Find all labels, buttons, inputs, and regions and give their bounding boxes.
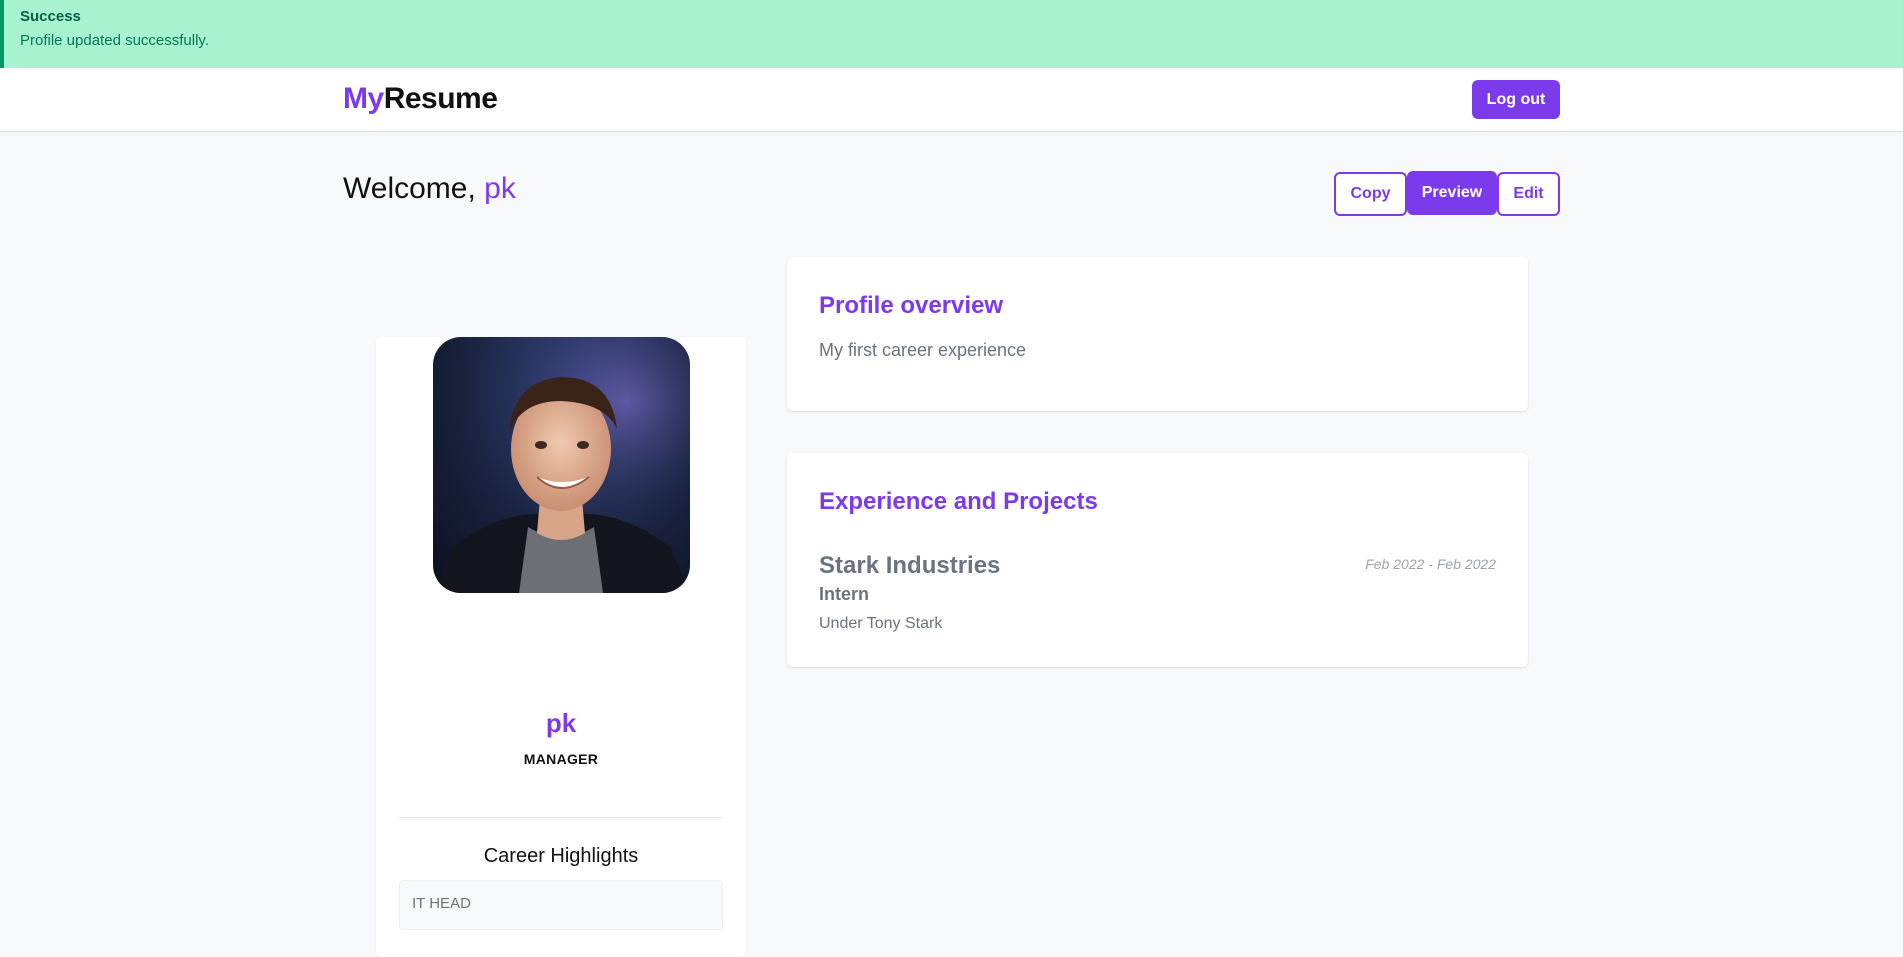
experience-company: Stark Industries bbox=[819, 552, 1001, 579]
action-button-group: Copy Preview Edit bbox=[1334, 171, 1560, 216]
profile-overview-card: Profile overview My first career experie… bbox=[787, 257, 1528, 411]
experience-dates: Feb 2022 - Feb 2022 bbox=[1365, 556, 1496, 572]
success-alert: Success Profile updated successfully. bbox=[0, 0, 1903, 68]
career-highlights-title: Career Highlights bbox=[483, 845, 639, 867]
alert-title: Success bbox=[20, 8, 81, 25]
avatar bbox=[433, 337, 690, 593]
brand-part-my: My bbox=[343, 82, 384, 115]
edit-button[interactable]: Edit bbox=[1497, 172, 1560, 216]
welcome-username: pk bbox=[484, 172, 516, 205]
welcome-prefix: Welcome, bbox=[343, 172, 485, 205]
brand-part-resume: Resume bbox=[383, 82, 498, 115]
profile-overview-title: Profile overview bbox=[819, 292, 1004, 319]
preview-button[interactable]: Preview bbox=[1407, 171, 1497, 215]
copy-button[interactable]: Copy bbox=[1334, 172, 1407, 216]
divider bbox=[399, 817, 723, 818]
avatar-photo bbox=[433, 337, 690, 593]
profile-name: pk bbox=[545, 708, 577, 738]
profile-role: MANAGER bbox=[523, 751, 599, 767]
experience-card: Experience and Projects Stark Industries… bbox=[787, 453, 1528, 667]
brand-logo[interactable]: MyResume bbox=[343, 82, 498, 116]
experience-role: Intern bbox=[819, 584, 870, 604]
welcome-heading: Welcome, pk bbox=[343, 172, 516, 206]
experience-title: Experience and Projects bbox=[819, 488, 1098, 515]
experience-description: Under Tony Stark bbox=[819, 615, 943, 632]
logout-button[interactable]: Log out bbox=[1472, 80, 1560, 119]
profile-overview-text: My first career experience bbox=[819, 340, 1027, 360]
alert-message: Profile updated successfully. bbox=[20, 32, 209, 49]
navbar: MyResume Log out bbox=[0, 68, 1903, 132]
career-highlight-item: IT HEAD bbox=[399, 880, 723, 930]
profile-card: pk MANAGER Career Highlights IT HEAD bbox=[376, 337, 746, 957]
